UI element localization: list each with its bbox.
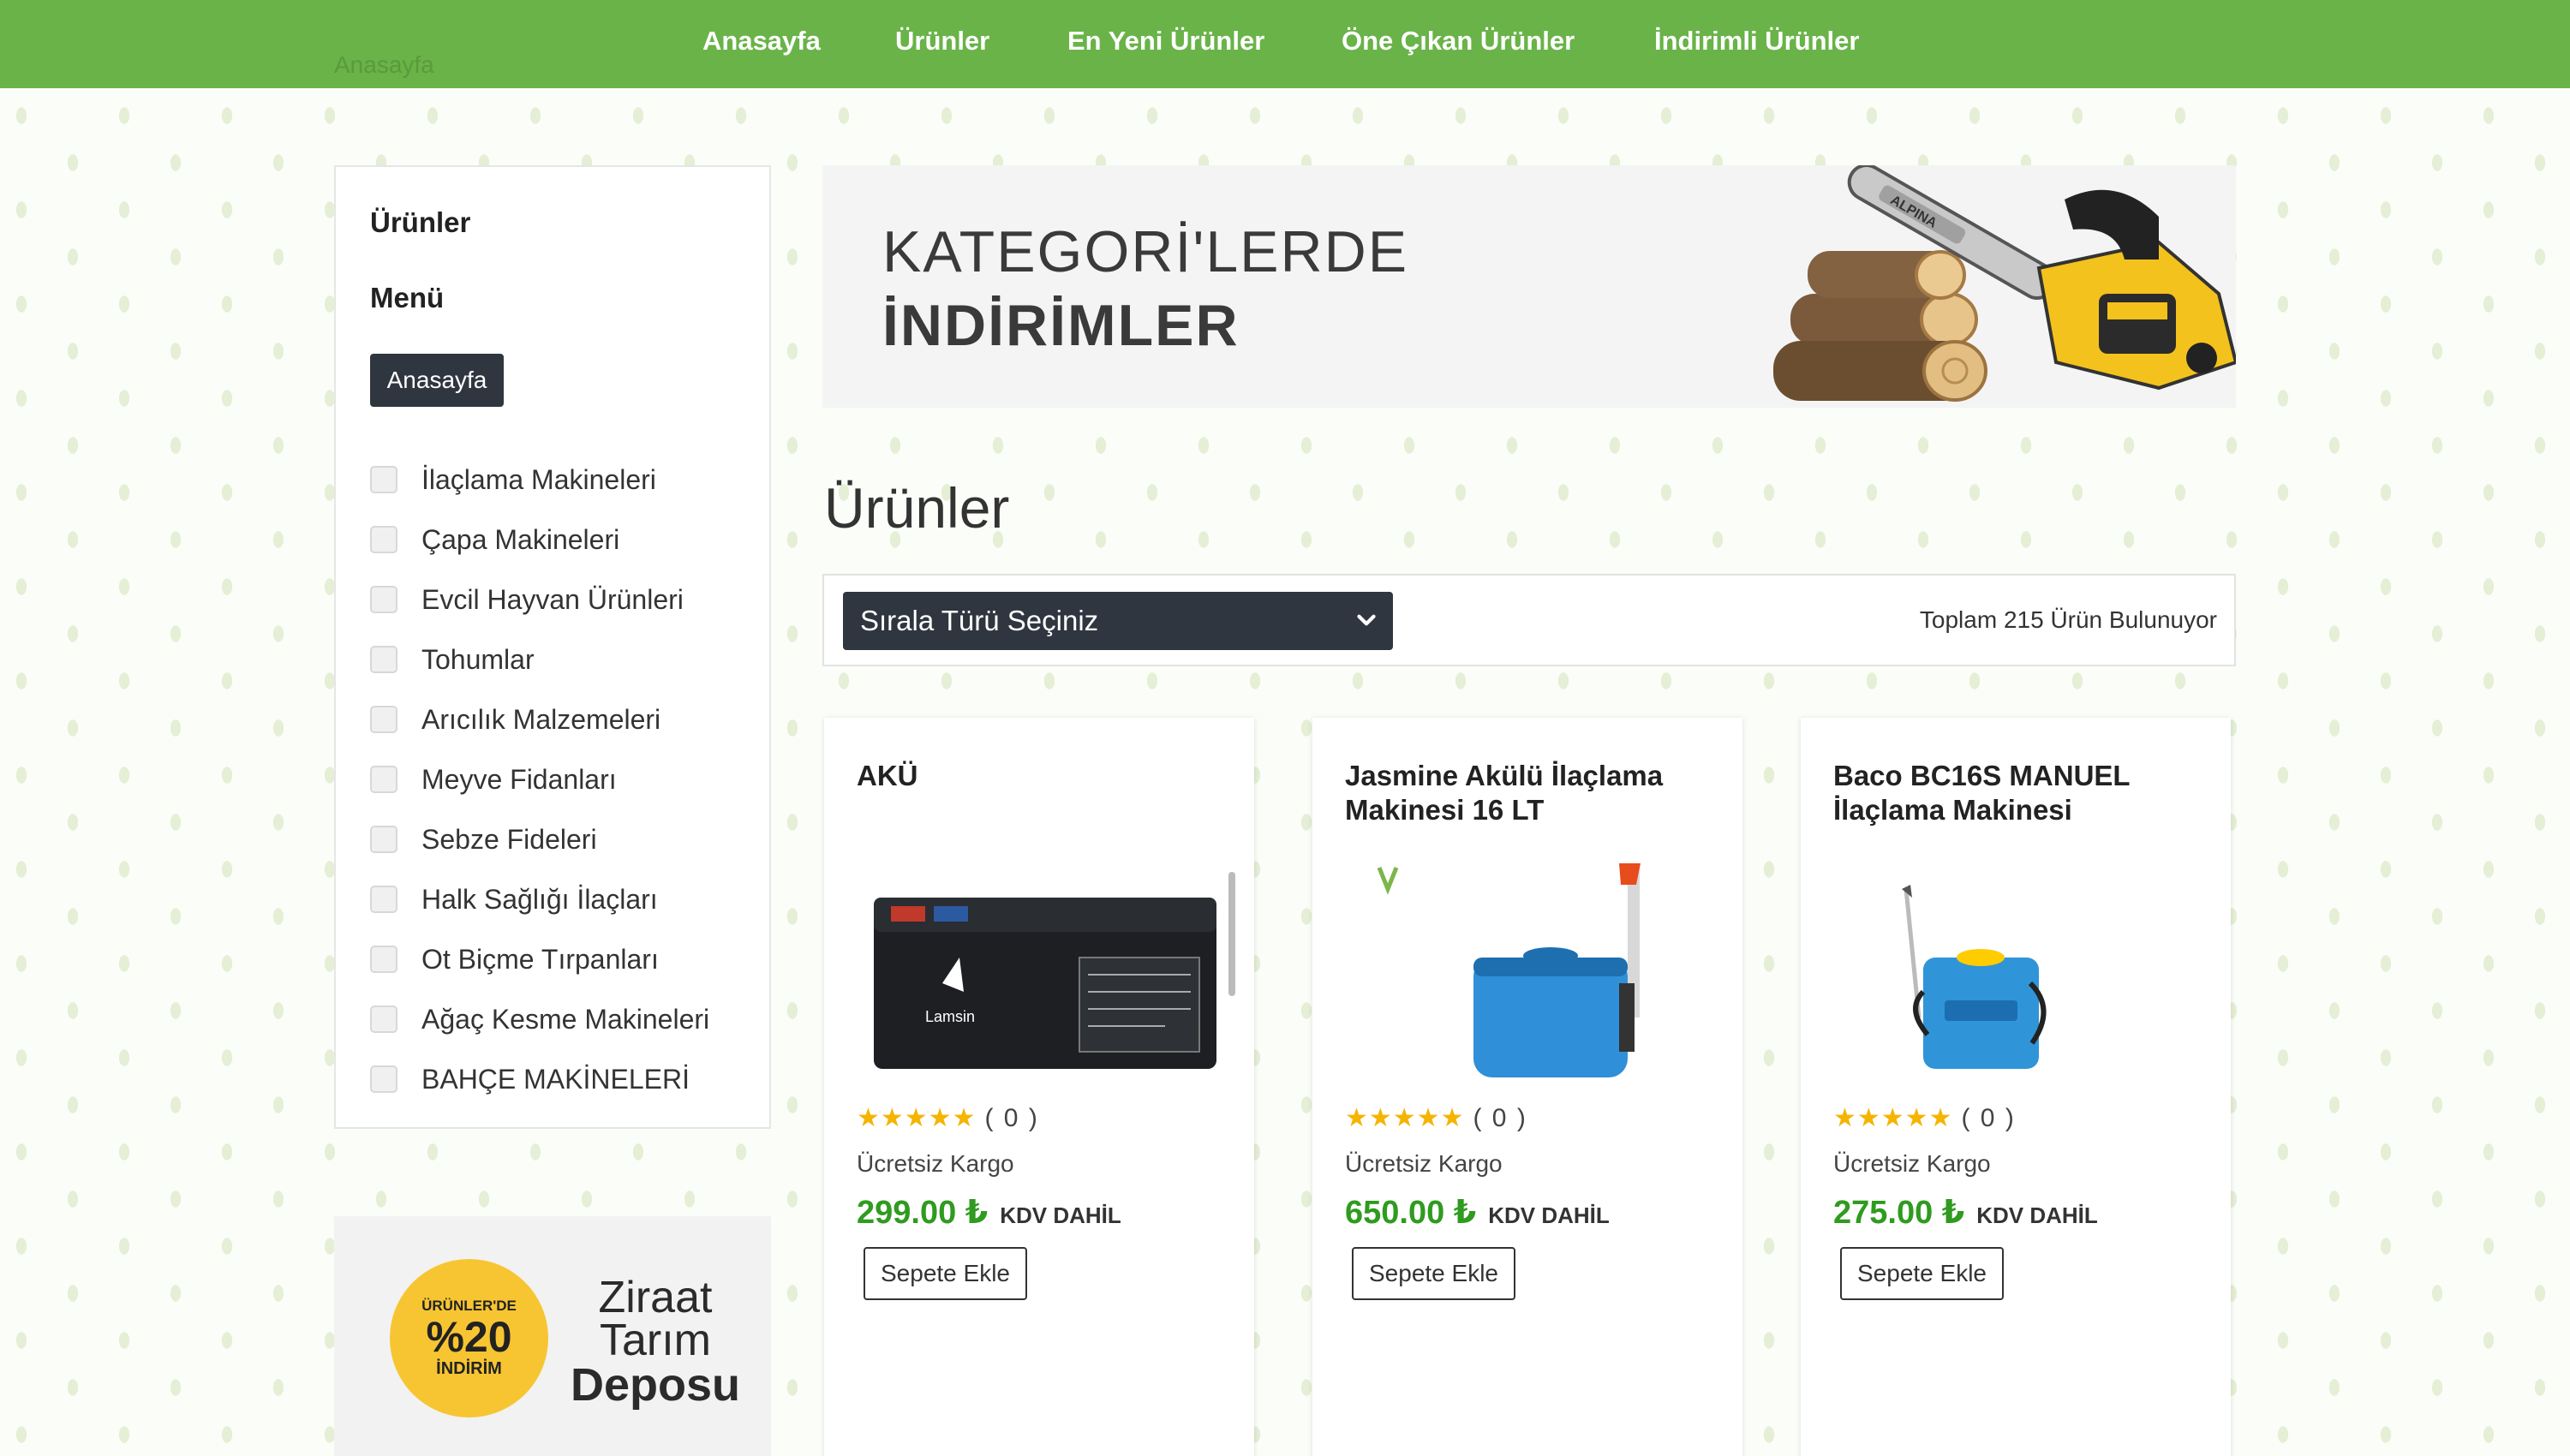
price-row: 299.00 ₺ KDV DAHİL	[857, 1193, 1121, 1232]
category-sidebar: Ürünler Menü Anasayfa İlaçlama Makineler…	[334, 165, 771, 1129]
image-scrollbar[interactable]	[1228, 872, 1235, 996]
category-list: İlaçlama Makineleri Çapa Makineleri Evci…	[370, 450, 747, 1109]
product-rating: ★★★★★ ( 0 )	[1833, 1103, 2016, 1133]
sidebar-title: Ürünler	[370, 206, 471, 238]
sort-toolbar: Sırala Türü Seçiniz Toplam 215 Ürün Bulu…	[822, 574, 2236, 666]
category-item[interactable]: Evcil Hayvan Ürünleri	[370, 570, 747, 630]
product-price: 650.00 ₺	[1345, 1195, 1477, 1231]
banner-line-1: KATEGORİ'LERDE	[882, 219, 1409, 284]
shipping-info: Ücretsiz Kargo	[1345, 1150, 1503, 1177]
category-checkbox[interactable]	[370, 526, 397, 553]
category-label: Ağaç Kesme Makineleri	[421, 1003, 710, 1035]
sort-select[interactable]: Sırala Türü Seçiniz	[843, 592, 1393, 650]
rating-stars-icon: ★★★★★	[1833, 1104, 1953, 1132]
tax-label: KDV DAHİL	[1976, 1202, 2098, 1228]
battery-image[interactable]: Lamsin	[857, 863, 1225, 1077]
category-label: Ot Biçme Tırpanları	[421, 943, 659, 975]
category-checkbox[interactable]	[370, 706, 397, 733]
discount-badge: ÜRÜNLER'DE %20 İNDİRİM	[390, 1259, 548, 1417]
nav-item-featured-products[interactable]: Öne Çıkan Ürünler	[1342, 26, 1575, 57]
promo-line-1: Ziraat	[598, 1273, 713, 1322]
promo-store-name: Ziraat Tarım Deposu	[557, 1273, 754, 1411]
badge-value: %20	[426, 1313, 512, 1361]
category-checkbox[interactable]	[370, 586, 397, 613]
product-card[interactable]: AKÜ Lamsin ★★★★★( 0 ) Ücretsiz Kargo 299…	[824, 718, 1254, 1456]
category-item[interactable]: Meyve Fidanları	[370, 749, 747, 809]
nav-item-newest-products[interactable]: En Yeni Ürünler	[1067, 26, 1264, 57]
price-row: 275.00 ₺ KDV DAHİL	[1833, 1193, 2098, 1232]
badge-top-text: ÜRÜNLER'DE	[421, 1298, 517, 1314]
add-to-cart-button[interactable]: Sepete Ekle	[1352, 1247, 1515, 1300]
nav-item-home[interactable]: Anasayfa	[702, 26, 821, 57]
add-to-cart-button[interactable]: Sepete Ekle	[864, 1247, 1027, 1300]
category-label: Arıcılık Malzemeleri	[421, 703, 661, 735]
category-checkbox[interactable]	[370, 466, 397, 493]
tax-label: KDV DAHİL	[1488, 1202, 1610, 1228]
product-count: Toplam 215 Ürün Bulunuyor	[1919, 606, 2217, 633]
product-price: 299.00 ₺	[857, 1195, 989, 1231]
category-label: BAHÇE MAKİNELERİ	[421, 1063, 690, 1095]
category-label: Çapa Makineleri	[421, 523, 620, 555]
page-title: Ürünler	[824, 476, 1010, 540]
category-checkbox[interactable]	[370, 946, 397, 973]
category-checkbox[interactable]	[370, 646, 397, 673]
category-checkbox[interactable]	[370, 1005, 397, 1033]
badge-bottom-text: İNDİRİM	[436, 1359, 502, 1378]
category-label: Tohumlar	[421, 643, 535, 675]
review-count: ( 0 )	[984, 1104, 1039, 1132]
sidebar-home-button[interactable]: Anasayfa	[370, 354, 504, 407]
nav-item-products[interactable]: Ürünler	[895, 26, 989, 57]
chainsaw-logs-image: ALPINA	[1773, 165, 2236, 402]
category-item[interactable]: Halk Sağlığı İlaçları	[370, 869, 747, 929]
product-title[interactable]: Baco BC16S MANUEL İlaçlama Makinesi	[1833, 759, 2210, 827]
banner-line-2: İNDİRİMLER	[882, 293, 1240, 358]
category-label: Sebze Fideleri	[421, 823, 597, 855]
category-item[interactable]: BAHÇE MAKİNELERİ	[370, 1049, 747, 1109]
shipping-info: Ücretsiz Kargo	[857, 1150, 1014, 1177]
nav-item-discounted-products[interactable]: İndirimli Ürünler	[1654, 26, 1859, 57]
chevron-down-icon	[1357, 614, 1376, 626]
category-item[interactable]: Ağaç Kesme Makineleri	[370, 989, 747, 1049]
sidebar-menu-title: Menü	[370, 282, 445, 313]
product-title[interactable]: AKÜ	[857, 759, 1234, 793]
category-checkbox[interactable]	[370, 826, 397, 853]
category-item[interactable]: İlaçlama Makineleri	[370, 450, 747, 510]
product-rating: ★★★★★ ( 0 )	[1345, 1103, 1527, 1133]
category-label: Meyve Fidanları	[421, 763, 617, 795]
promo-line-2: Tarım	[600, 1316, 711, 1365]
price-row: 650.00 ₺ KDV DAHİL	[1345, 1193, 1610, 1232]
review-count: ( 0 )	[1473, 1104, 1527, 1132]
category-checkbox[interactable]	[370, 886, 397, 913]
category-item[interactable]: Çapa Makineleri	[370, 510, 747, 570]
main-nav: Anasayfa Ürünler En Yeni Ürünler Öne Çık…	[0, 0, 2570, 88]
category-item[interactable]: Sebze Fideleri	[370, 809, 747, 869]
category-label: Evcil Hayvan Ürünleri	[421, 583, 684, 615]
category-label: İlaçlama Makineleri	[421, 463, 656, 495]
product-card[interactable]: Jasmine Akülü İlaçlama Makinesi 16 LT ★★…	[1312, 718, 1742, 1456]
product-title[interactable]: Jasmine Akülü İlaçlama Makinesi 16 LT	[1345, 759, 1722, 827]
review-count: ( 0 )	[1961, 1104, 2016, 1132]
rating-stars-icon: ★★★★★	[1345, 1104, 1465, 1132]
product-card[interactable]: Baco BC16S MANUEL İlaçlama Makinesi ★★★★…	[1801, 718, 2231, 1456]
shipping-info: Ücretsiz Kargo	[1833, 1150, 1991, 1177]
category-label: Halk Sağlığı İlaçları	[421, 883, 658, 915]
promo-line-3: Deposu	[570, 1359, 741, 1411]
category-checkbox[interactable]	[370, 1065, 397, 1093]
sprayer-image[interactable]	[1833, 863, 2202, 1077]
product-price: 275.00 ₺	[1833, 1195, 1965, 1231]
sort-select-value: Sırala Türü Seçiniz	[860, 605, 1099, 636]
discount-promo[interactable]: ÜRÜNLER'DE %20 İNDİRİM Ziraat Tarım Depo…	[334, 1216, 771, 1456]
category-discount-banner[interactable]: KATEGORİ'LERDE İNDİRİMLER ALPINA	[822, 165, 2236, 408]
add-to-cart-button[interactable]: Sepete Ekle	[1840, 1247, 2004, 1300]
tax-label: KDV DAHİL	[1000, 1202, 1121, 1228]
rating-stars-icon: ★★★★★	[857, 1104, 977, 1132]
product-rating: ★★★★★( 0 )	[857, 1103, 1039, 1133]
sprayer-image[interactable]	[1345, 863, 1713, 1077]
category-item[interactable]: Ot Biçme Tırpanları	[370, 929, 747, 989]
battery-brand-text: Lamsin	[925, 1008, 975, 1025]
category-checkbox[interactable]	[370, 766, 397, 793]
category-item[interactable]: Arıcılık Malzemeleri	[370, 689, 747, 749]
category-item[interactable]: Tohumlar	[370, 630, 747, 689]
